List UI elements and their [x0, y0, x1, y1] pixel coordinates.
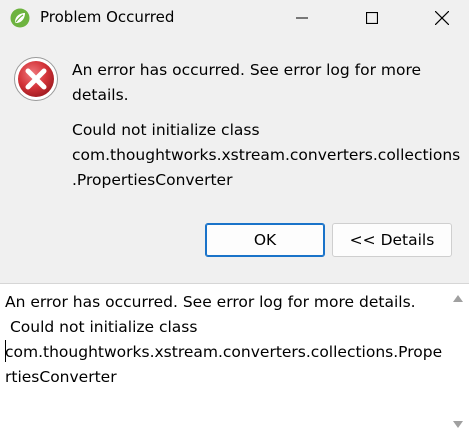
minimize-icon: [296, 17, 308, 19]
details-text-area[interactable]: An error has occurred. See error log for…: [0, 283, 469, 436]
vertical-scrollbar[interactable]: [447, 284, 469, 436]
details-text[interactable]: An error has occurred. See error log for…: [5, 290, 443, 430]
error-detail: Could not initialize class com.thoughtwo…: [72, 118, 460, 193]
spring-leaf-icon: [10, 8, 30, 28]
error-message: An error has occurred. See error log for…: [72, 61, 422, 104]
title-bar[interactable]: Problem Occurred: [0, 0, 469, 36]
maximize-button[interactable]: [349, 0, 395, 36]
minimize-button[interactable]: [279, 0, 325, 36]
problem-occurred-dialog: Problem Occurred An error has occurred. …: [0, 0, 469, 436]
details-toggle-button[interactable]: << Details: [332, 223, 452, 257]
scroll-up-arrow-icon[interactable]: [452, 293, 464, 305]
text-caret: [5, 340, 6, 362]
close-icon: [435, 11, 449, 25]
ok-button[interactable]: OK: [205, 223, 325, 257]
error-detail-line: .PropertiesConverter: [72, 171, 233, 189]
close-button[interactable]: [419, 0, 465, 36]
window-title: Problem Occurred: [40, 8, 175, 26]
error-icon: [14, 57, 58, 101]
error-detail-line: com.thoughtworks.xstream.converters.coll…: [72, 146, 461, 164]
error-detail-line: Could not initialize class: [72, 121, 260, 139]
maximize-icon: [366, 12, 378, 24]
scroll-down-arrow-icon[interactable]: [452, 418, 464, 430]
